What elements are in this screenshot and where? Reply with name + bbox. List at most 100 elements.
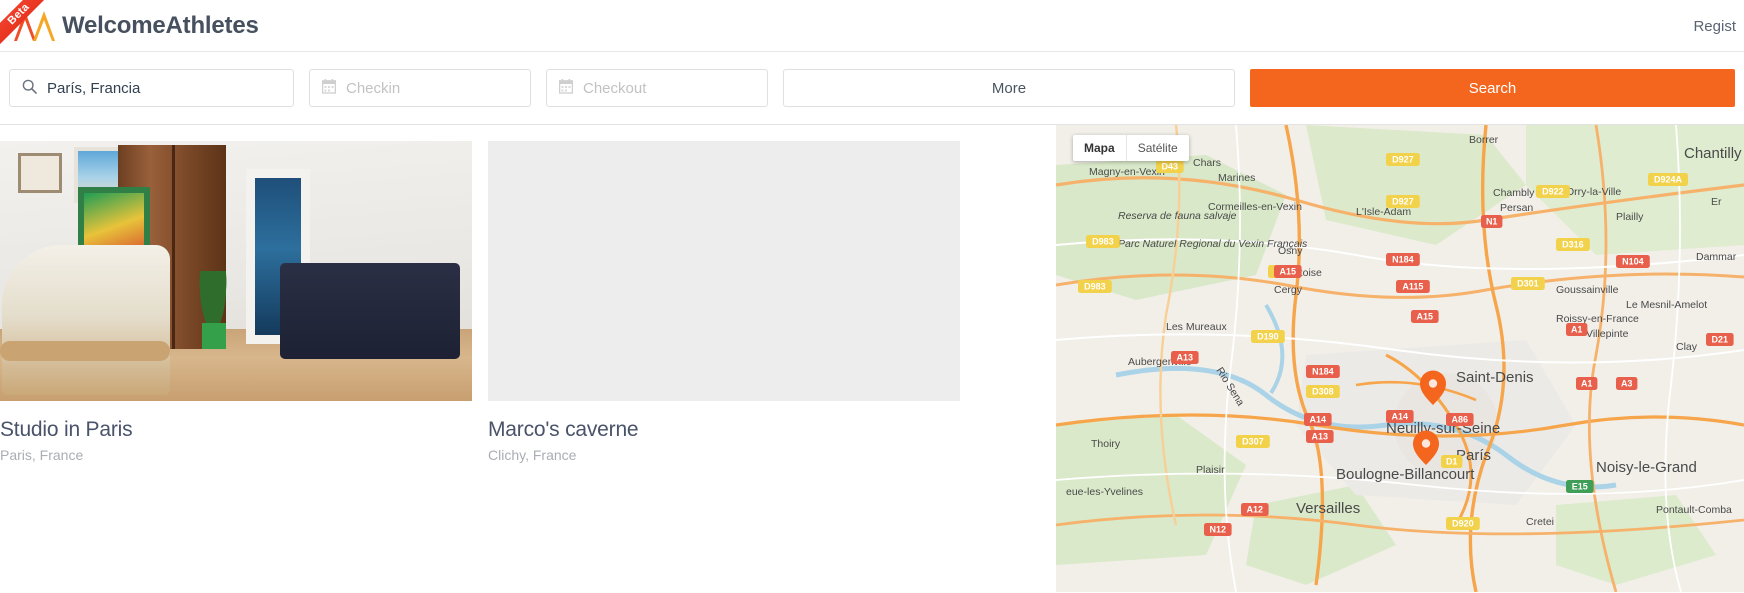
svg-text:D301: D301 <box>1517 279 1539 289</box>
svg-text:A15: A15 <box>1280 267 1297 277</box>
svg-text:A1: A1 <box>1571 325 1583 335</box>
svg-text:A115: A115 <box>1402 282 1423 292</box>
map-place-label: Er <box>1711 196 1722 208</box>
map-road-shield: D301 <box>1511 277 1545 290</box>
map-place-label: Rio Sena <box>1213 365 1246 408</box>
map-road-shield: D1 <box>1441 455 1463 468</box>
map-place-label: eue-les-Yvelines <box>1066 486 1143 498</box>
svg-text:A13: A13 <box>1177 353 1194 363</box>
brand-name: WelcomeAthletes <box>62 11 259 39</box>
map-road-shield: D983 <box>1086 235 1120 248</box>
map-place-label: Borrer <box>1469 134 1499 146</box>
svg-text:N104: N104 <box>1622 257 1644 267</box>
checkout-field[interactable]: Checkout <box>546 69 768 107</box>
map-road-shield: N1 <box>1481 215 1503 228</box>
listing-photo-image <box>0 141 472 401</box>
map-road-shield: A13 <box>1306 430 1334 443</box>
search-button-label: Search <box>1468 79 1517 97</box>
svg-text:D21: D21 <box>1712 335 1729 345</box>
map-road-shield: D983 <box>1078 280 1112 293</box>
map-place-label: Goussainville <box>1556 284 1619 296</box>
map-panel[interactable]: Chantilly Chambly Persan Borrer Magny-en-Vex… <box>1056 125 1744 592</box>
map-place-label: Marines <box>1218 172 1255 184</box>
map-marker-pin[interactable] <box>1413 430 1439 466</box>
listing-title[interactable]: Marco's caverne <box>488 418 968 442</box>
svg-text:N1: N1 <box>1486 217 1498 227</box>
map-road-shield: A115 <box>1396 280 1430 293</box>
svg-text:D927: D927 <box>1392 155 1414 165</box>
listing-title[interactable]: Studio in Paris <box>0 418 480 442</box>
svg-text:D922: D922 <box>1542 187 1564 197</box>
map-place-label: Clay <box>1676 341 1698 353</box>
map-place-label: Les Mureaux <box>1166 321 1227 333</box>
svg-text:D308: D308 <box>1312 387 1334 397</box>
map-place-label: Plailly <box>1616 211 1644 223</box>
content-area: Studio in Paris Paris, France Marco's ca… <box>0 125 1744 592</box>
svg-text:A13: A13 <box>1312 432 1329 442</box>
svg-text:D307: D307 <box>1242 437 1264 447</box>
more-filters-label: More <box>991 79 1027 97</box>
svg-text:D316: D316 <box>1562 240 1584 250</box>
map-road-shield: D307 <box>1236 435 1270 448</box>
map-road-shield: A13 <box>1171 351 1199 364</box>
listing-card[interactable]: Marco's caverne Clichy, France <box>488 141 968 463</box>
map-type-control[interactable]: Mapa Satélite <box>1073 135 1189 161</box>
svg-text:A1: A1 <box>1581 379 1593 389</box>
map-marker-pin[interactable] <box>1420 370 1446 406</box>
brand-logo-link[interactable]: WelcomeAthletes <box>14 9 259 43</box>
svg-text:D1: D1 <box>1446 457 1458 467</box>
map-road-shield: D190 <box>1251 330 1285 343</box>
map-road-shield: N184 <box>1306 365 1340 378</box>
map-place-label: Saint-Denis <box>1456 369 1534 386</box>
map-road-shield: A15 <box>1274 265 1302 278</box>
map-place-label: Magny-en-Vexin <box>1089 166 1165 178</box>
search-button[interactable]: Search <box>1250 69 1735 107</box>
map-road-shield: D308 <box>1306 385 1340 398</box>
map-place-label: Chantilly <box>1684 145 1742 162</box>
svg-text:D924A: D924A <box>1654 175 1683 185</box>
map-road-shield: A86 <box>1446 413 1474 426</box>
map-place-label: Chars <box>1193 157 1221 169</box>
map-place-label: Dammar <box>1696 251 1737 263</box>
map-place-label: Villepinte <box>1586 328 1629 340</box>
map-road-shield: A1 <box>1576 377 1598 390</box>
map-road-shield: N104 <box>1616 255 1650 268</box>
svg-text:D927: D927 <box>1392 197 1414 207</box>
map-markers[interactable] <box>1413 370 1446 466</box>
search-results-list: Studio in Paris Paris, France Marco's ca… <box>0 125 1056 592</box>
map-place-label: Osny <box>1278 245 1303 257</box>
map-road-shield: D43 <box>1156 160 1184 173</box>
listing-photo[interactable] <box>0 141 472 401</box>
register-link[interactable]: Regist <box>1685 18 1744 35</box>
more-filters-button[interactable]: More <box>783 69 1235 107</box>
listing-card[interactable]: Studio in Paris Paris, France <box>0 141 480 463</box>
map-type-mapa-button[interactable]: Mapa <box>1073 135 1126 161</box>
checkin-field[interactable]: Checkin <box>309 69 531 107</box>
map-place-label: Pontault-Comba <box>1656 504 1732 516</box>
svg-text:D43: D43 <box>1162 162 1179 172</box>
nav-right-group: Regist <box>1685 0 1744 52</box>
map-place-label: Versailles <box>1296 500 1360 517</box>
listing-location: Clichy, France <box>488 447 577 463</box>
map-road-shield: D924A <box>1648 173 1688 186</box>
location-search-field[interactable]: París, Francia <box>9 69 294 107</box>
map-place-labels: Chantilly Chambly Persan Borrer Magny-en-Vex… <box>1066 134 1742 528</box>
search-bar: París, Francia Checkin Checkout More Sea… <box>0 52 1744 125</box>
location-search-value: París, Francia <box>47 79 141 97</box>
listing-location: Paris, France <box>0 447 84 463</box>
map-place-label: Thoiry <box>1091 438 1121 450</box>
map-road-shield: A12 <box>1241 503 1269 516</box>
map-road-shield: N184 <box>1386 253 1420 266</box>
svg-text:D920: D920 <box>1452 519 1474 529</box>
calendar-icon <box>558 78 574 98</box>
map-type-satelite-button[interactable]: Satélite <box>1125 135 1189 161</box>
map-road-shield: E15 <box>1566 480 1594 493</box>
calendar-icon <box>321 78 337 98</box>
map-road-shield: D316 <box>1556 238 1590 251</box>
svg-text:N184: N184 <box>1312 367 1334 377</box>
map-place-label: Cergy <box>1274 284 1303 296</box>
map-place-label: Persan <box>1500 202 1533 214</box>
svg-text:A15: A15 <box>1417 312 1434 322</box>
map-road-shield: D927 <box>1386 153 1420 166</box>
listing-photo-placeholder[interactable] <box>488 141 960 401</box>
